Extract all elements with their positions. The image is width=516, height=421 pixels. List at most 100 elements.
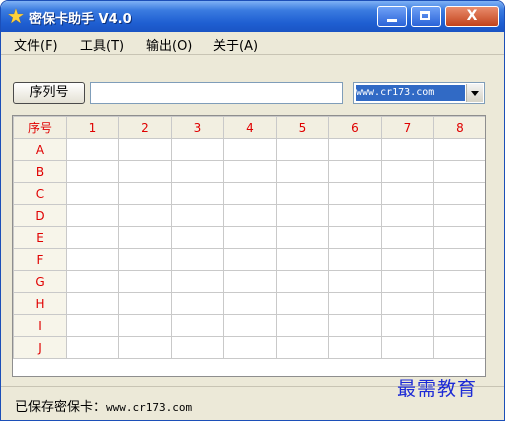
grid-cell[interactable] — [328, 336, 382, 359]
grid-cell[interactable] — [66, 204, 119, 227]
grid-cell[interactable] — [223, 160, 277, 183]
grid-cell[interactable] — [171, 226, 224, 249]
grid-cell[interactable] — [433, 336, 485, 359]
grid-cell[interactable] — [276, 182, 329, 205]
grid-cell[interactable] — [328, 204, 382, 227]
grid-cell[interactable] — [171, 248, 224, 271]
grid-cell[interactable] — [328, 138, 382, 161]
row-header: G — [13, 270, 67, 293]
grid-cell[interactable] — [171, 336, 224, 359]
grid-cell[interactable] — [66, 270, 119, 293]
grid-cell[interactable] — [118, 292, 172, 315]
maximize-icon — [420, 11, 430, 20]
grid-cell[interactable] — [276, 336, 329, 359]
menu-output[interactable]: 输出(O) — [146, 35, 192, 54]
site-dropdown-value: www.cr173.com — [356, 85, 465, 101]
maximize-button[interactable] — [411, 6, 441, 27]
grid-cell[interactable] — [171, 138, 224, 161]
grid-cell[interactable] — [66, 336, 119, 359]
menu-about[interactable]: 关于(A) — [213, 35, 258, 54]
grid-cell[interactable] — [223, 248, 277, 271]
grid-cell[interactable] — [118, 182, 172, 205]
grid-cell[interactable] — [118, 314, 172, 337]
grid-cell[interactable] — [328, 270, 382, 293]
grid-cell[interactable] — [381, 270, 434, 293]
grid-cell[interactable] — [433, 138, 485, 161]
grid-cell[interactable] — [381, 138, 434, 161]
grid-cell[interactable] — [223, 336, 277, 359]
grid-cell[interactable] — [118, 160, 172, 183]
grid-cell[interactable] — [276, 314, 329, 337]
grid-cell[interactable] — [328, 314, 382, 337]
serial-number-input[interactable] — [90, 82, 343, 104]
grid-cell[interactable] — [276, 226, 329, 249]
grid-cell[interactable] — [66, 314, 119, 337]
grid-cell[interactable] — [381, 160, 434, 183]
grid-cell[interactable] — [433, 314, 485, 337]
grid-cell[interactable] — [381, 226, 434, 249]
grid-cell[interactable] — [381, 248, 434, 271]
grid-corner-header: 序号 — [13, 116, 67, 139]
grid-cell[interactable] — [328, 226, 382, 249]
menu-bar: 文件(F) 工具(T) 输出(O) 关于(A) — [1, 32, 504, 54]
grid-cell[interactable] — [381, 182, 434, 205]
grid-cell[interactable] — [118, 204, 172, 227]
close-button[interactable]: X — [445, 6, 499, 27]
grid-cell[interactable] — [276, 160, 329, 183]
table-row: G — [13, 270, 485, 293]
grid-cell[interactable] — [433, 204, 485, 227]
grid-cell[interactable] — [381, 314, 434, 337]
grid-cell[interactable] — [276, 292, 329, 315]
grid-cell[interactable] — [381, 292, 434, 315]
grid-cell[interactable] — [433, 160, 485, 183]
grid-cell[interactable] — [328, 248, 382, 271]
grid-cell[interactable] — [276, 270, 329, 293]
grid-cell[interactable] — [433, 226, 485, 249]
grid-cell[interactable] — [433, 270, 485, 293]
site-dropdown[interactable]: www.cr173.com — [353, 82, 485, 104]
grid-cell[interactable] — [328, 160, 382, 183]
grid-cell[interactable] — [66, 226, 119, 249]
grid-cell[interactable] — [118, 226, 172, 249]
grid-cell[interactable] — [223, 270, 277, 293]
grid-cell[interactable] — [223, 182, 277, 205]
grid-cell[interactable] — [223, 138, 277, 161]
grid-cell[interactable] — [66, 138, 119, 161]
row-header: D — [13, 204, 67, 227]
grid-cell[interactable] — [381, 204, 434, 227]
column-header: 8 — [433, 116, 485, 139]
grid-cell[interactable] — [171, 160, 224, 183]
grid-cell[interactable] — [171, 314, 224, 337]
grid-cell[interactable] — [328, 292, 382, 315]
grid-cell[interactable] — [433, 182, 485, 205]
grid-cell[interactable] — [223, 204, 277, 227]
grid-cell[interactable] — [223, 292, 277, 315]
grid-cell[interactable] — [381, 336, 434, 359]
serial-number-button[interactable]: 序列号 — [13, 82, 85, 104]
minimize-button[interactable] — [377, 6, 407, 27]
grid-cell[interactable] — [66, 160, 119, 183]
grid-cell[interactable] — [118, 138, 172, 161]
grid-cell[interactable] — [433, 292, 485, 315]
chevron-down-icon[interactable] — [466, 84, 483, 102]
grid-cell[interactable] — [118, 336, 172, 359]
grid-cell[interactable] — [276, 248, 329, 271]
grid-cell[interactable] — [223, 226, 277, 249]
menu-tools[interactable]: 工具(T) — [80, 35, 124, 54]
grid-cell[interactable] — [171, 292, 224, 315]
grid-cell[interactable] — [66, 182, 119, 205]
grid-cell[interactable] — [171, 182, 224, 205]
title-bar[interactable]: ★ 密保卡助手 V4.0 X — [1, 1, 504, 32]
grid-cell[interactable] — [276, 138, 329, 161]
grid-cell[interactable] — [66, 248, 119, 271]
grid-cell[interactable] — [223, 314, 277, 337]
grid-cell[interactable] — [433, 248, 485, 271]
grid-cell[interactable] — [171, 270, 224, 293]
grid-cell[interactable] — [118, 248, 172, 271]
grid-cell[interactable] — [328, 182, 382, 205]
grid-cell[interactable] — [66, 292, 119, 315]
grid-cell[interactable] — [118, 270, 172, 293]
grid-cell[interactable] — [171, 204, 224, 227]
menu-file[interactable]: 文件(F) — [14, 35, 58, 54]
grid-cell[interactable] — [276, 204, 329, 227]
